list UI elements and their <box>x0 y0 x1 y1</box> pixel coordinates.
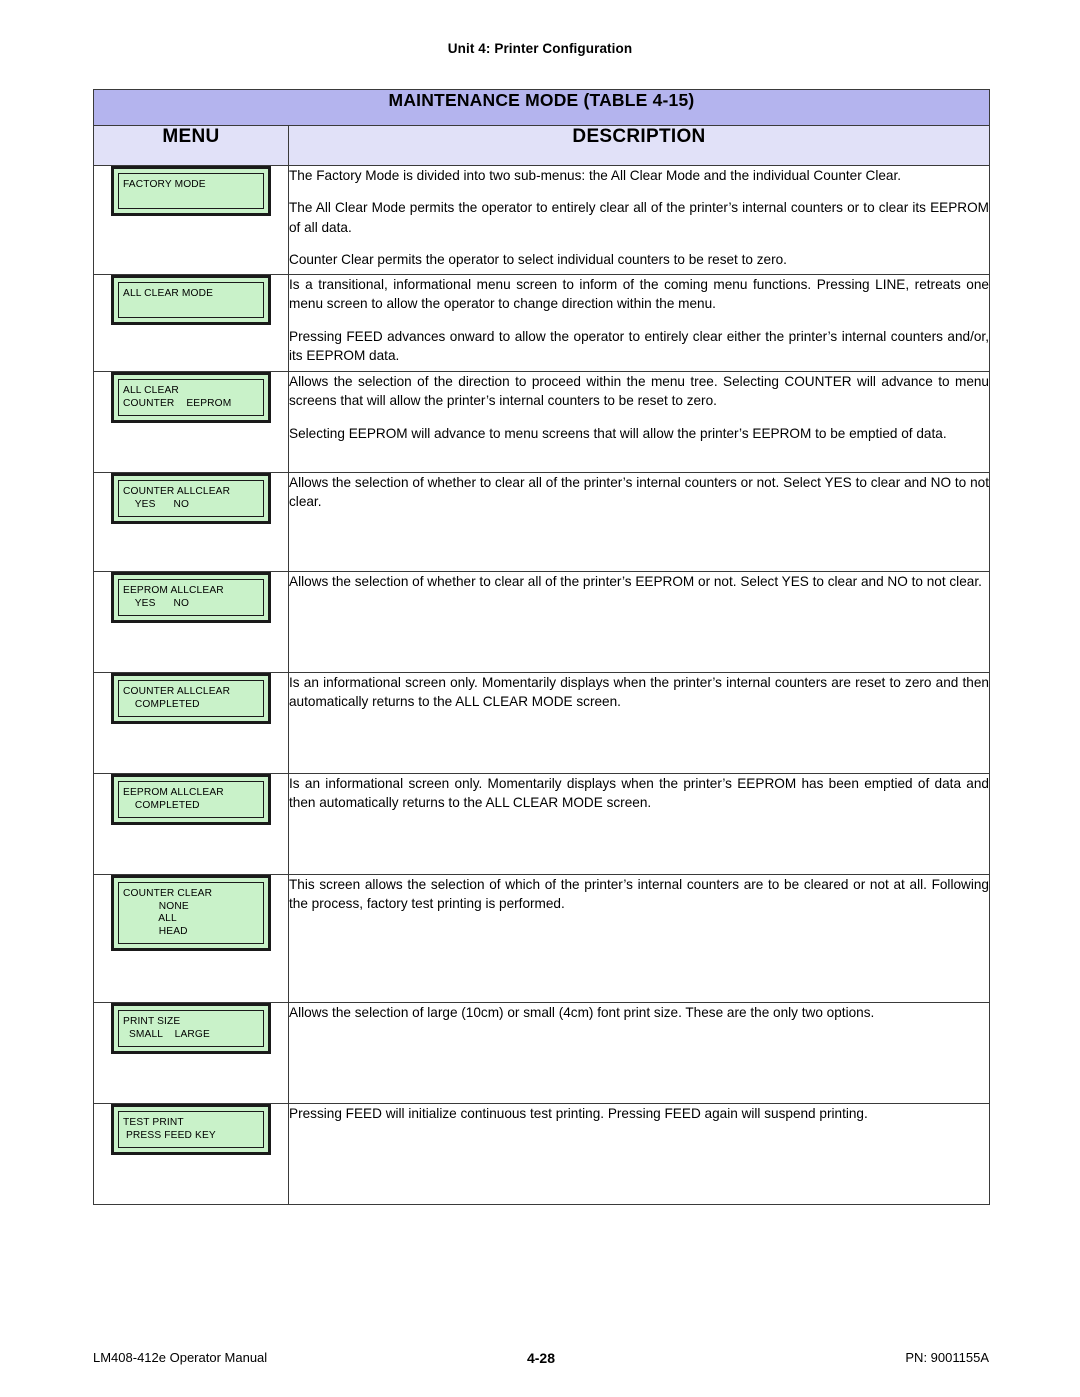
description-paragraph: The Factory Mode is divided into two sub… <box>289 168 902 183</box>
description-cell: Is a transitional, informational menu sc… <box>288 274 990 372</box>
description-paragraph: The All Clear Mode permits the operator … <box>289 200 989 235</box>
column-header-description: DESCRIPTION <box>288 125 990 166</box>
column-header-menu: MENU <box>93 125 289 166</box>
description-paragraph: Pressing FEED advances onward to allow t… <box>289 328 989 363</box>
menu-cell: COUNTER CLEAR NONE ALL HEAD <box>93 874 289 1003</box>
lcd-screen: COUNTER ALLCLEAR YES NO <box>118 480 264 518</box>
running-head: Unit 4: Printer Configuration <box>447 41 633 56</box>
description-cell: Is an informational screen only. Momenta… <box>288 672 990 774</box>
table-row: ALL CLEAR COUNTER EEPROM Allows the sele… <box>93 371 990 473</box>
table-row: PRINT SIZE SMALL LARGE Allows the select… <box>93 1002 990 1104</box>
footer-page-number: 4-28 <box>526 1350 556 1366</box>
maintenance-mode-table-wrapper: MAINTENANCE MODE (TABLE 4-15) MENU DESCR… <box>93 89 990 1205</box>
lcd-line: ALL CLEAR MODE <box>123 288 214 299</box>
menu-cell: COUNTER ALLCLEAR COMPLETED <box>93 672 289 774</box>
menu-cell: COUNTER ALLCLEAR YES NO <box>93 472 289 572</box>
menu-cell: ALL CLEAR MODE <box>93 274 289 372</box>
description-cell: Allows the selection of whether to clear… <box>288 571 990 673</box>
lcd-display-print-size: PRINT SIZE SMALL LARGE <box>111 1003 271 1055</box>
lcd-display-eeprom-allclear-completed: EEPROM ALLCLEAR COMPLETED <box>111 774 271 826</box>
description-cell: Allows the selection of whether to clear… <box>288 472 990 572</box>
description-cell: Is an informational screen only. Momenta… <box>288 773 990 875</box>
lcd-display-all-clear: ALL CLEAR COUNTER EEPROM <box>111 372 271 424</box>
menu-cell: TEST PRINT PRESS FEED KEY <box>93 1103 289 1205</box>
lcd-line: PRINT SIZE <box>123 1016 181 1027</box>
table-title: MAINTENANCE MODE (TABLE 4-15) <box>93 89 990 126</box>
table-row: COUNTER ALLCLEAR COMPLETED Is an informa… <box>93 672 990 774</box>
table-row: FACTORY MODE The Factory Mode is divided… <box>93 165 990 275</box>
menu-cell: FACTORY MODE <box>93 165 289 275</box>
description-paragraph: Is a transitional, informational menu sc… <box>289 277 989 312</box>
menu-cell: EEPROM ALLCLEAR COMPLETED <box>93 773 289 875</box>
table-row: EEPROM ALLCLEAR COMPLETED Is an informat… <box>93 773 990 875</box>
lcd-line: COMPLETED <box>123 799 200 811</box>
lcd-screen: FACTORY MODE <box>118 173 264 209</box>
description-paragraph: Is an informational screen only. Momenta… <box>289 675 989 710</box>
lcd-line: ALL CLEAR <box>123 385 179 396</box>
lcd-screen: COUNTER ALLCLEAR COMPLETED <box>118 680 264 718</box>
lcd-screen: PRINT SIZE SMALL LARGE <box>118 1010 264 1048</box>
lcd-line: COUNTER ALLCLEAR <box>123 486 231 497</box>
description-paragraph: This screen allows the selection of whic… <box>289 877 989 912</box>
table-header-row: MENU DESCRIPTION <box>93 125 990 166</box>
table-row: COUNTER CLEAR NONE ALL HEAD This screen … <box>93 874 990 1003</box>
maintenance-mode-table: MAINTENANCE MODE (TABLE 4-15) MENU DESCR… <box>93 89 990 1205</box>
lcd-screen: ALL CLEAR MODE <box>118 282 264 318</box>
description-cell: Allows the selection of large (10cm) or … <box>288 1002 990 1104</box>
lcd-display-counter-allclear-prompt: COUNTER ALLCLEAR YES NO <box>111 473 271 525</box>
lcd-line: FACTORY MODE <box>123 179 206 190</box>
lcd-screen: TEST PRINT PRESS FEED KEY <box>118 1111 264 1149</box>
lcd-line: EEPROM ALLCLEAR <box>123 585 224 596</box>
lcd-line: SMALL LARGE <box>123 1028 210 1040</box>
lcd-display-factory-mode: FACTORY MODE <box>111 166 271 216</box>
description-paragraph: Counter Clear permits the operator to se… <box>289 251 787 267</box>
lcd-display-all-clear-mode: ALL CLEAR MODE <box>111 275 271 325</box>
lcd-screen: EEPROM ALLCLEAR YES NO <box>118 579 264 617</box>
description-paragraph: Allows the selection of whether to clear… <box>289 475 989 510</box>
lcd-screen: ALL CLEAR COUNTER EEPROM <box>118 379 264 417</box>
lcd-line: ALL <box>123 913 177 925</box>
lcd-display-eeprom-allclear-prompt: EEPROM ALLCLEAR YES NO <box>111 572 271 624</box>
lcd-line: TEST PRINT <box>123 1117 184 1128</box>
lcd-display-test-print: TEST PRINT PRESS FEED KEY <box>111 1104 271 1156</box>
menu-cell: ALL CLEAR COUNTER EEPROM <box>93 371 289 473</box>
menu-cell: PRINT SIZE SMALL LARGE <box>93 1002 289 1104</box>
description-paragraph: Allows the selection of the direction to… <box>289 374 989 409</box>
description-cell: The Factory Mode is divided into two sub… <box>288 165 990 275</box>
description-paragraph: Pressing FEED will initialize continuous… <box>289 1106 868 1121</box>
lcd-line: COUNTER ALLCLEAR <box>123 686 231 697</box>
lcd-screen: EEPROM ALLCLEAR COMPLETED <box>118 781 264 819</box>
lcd-line: PRESS FEED KEY <box>123 1129 216 1141</box>
lcd-line: NONE <box>123 900 189 912</box>
lcd-line: YES NO <box>123 597 190 609</box>
lcd-line: YES NO <box>123 498 190 510</box>
lcd-line: COUNTER EEPROM <box>123 397 232 409</box>
table-row: EEPROM ALLCLEAR YES NO Allows the select… <box>93 571 990 673</box>
description-paragraph: Allows the selection of whether to clear… <box>289 574 982 589</box>
menu-cell: EEPROM ALLCLEAR YES NO <box>93 571 289 673</box>
lcd-line: COMPLETED <box>123 698 200 710</box>
footer-part-number: PN: 9001155A <box>905 1350 989 1365</box>
description-cell: This screen allows the selection of whic… <box>288 874 990 1003</box>
lcd-line: HEAD <box>123 925 188 937</box>
lcd-screen: COUNTER CLEAR NONE ALL HEAD <box>118 882 264 945</box>
lcd-line: EEPROM ALLCLEAR <box>123 787 224 798</box>
table-row: ALL CLEAR MODE Is a transitional, inform… <box>93 274 990 372</box>
description-paragraph: Allows the selection of large (10cm) or … <box>289 1005 875 1020</box>
table-row: TEST PRINT PRESS FEED KEY Pressing FEED … <box>93 1103 990 1205</box>
description-cell: Pressing FEED will initialize continuous… <box>288 1103 990 1205</box>
table-row: COUNTER ALLCLEAR YES NO Allows the selec… <box>93 472 990 572</box>
description-cell: Allows the selection of the direction to… <box>288 371 990 473</box>
lcd-line: COUNTER CLEAR <box>123 888 213 899</box>
lcd-display-counter-allclear-completed: COUNTER ALLCLEAR COMPLETED <box>111 673 271 725</box>
description-paragraph: Is an informational screen only. Momenta… <box>289 776 989 811</box>
table-title-row: MAINTENANCE MODE (TABLE 4-15) <box>93 89 990 126</box>
description-paragraph: Selecting EEPROM will advance to menu sc… <box>289 425 947 441</box>
lcd-display-counter-clear: COUNTER CLEAR NONE ALL HEAD <box>111 875 271 952</box>
